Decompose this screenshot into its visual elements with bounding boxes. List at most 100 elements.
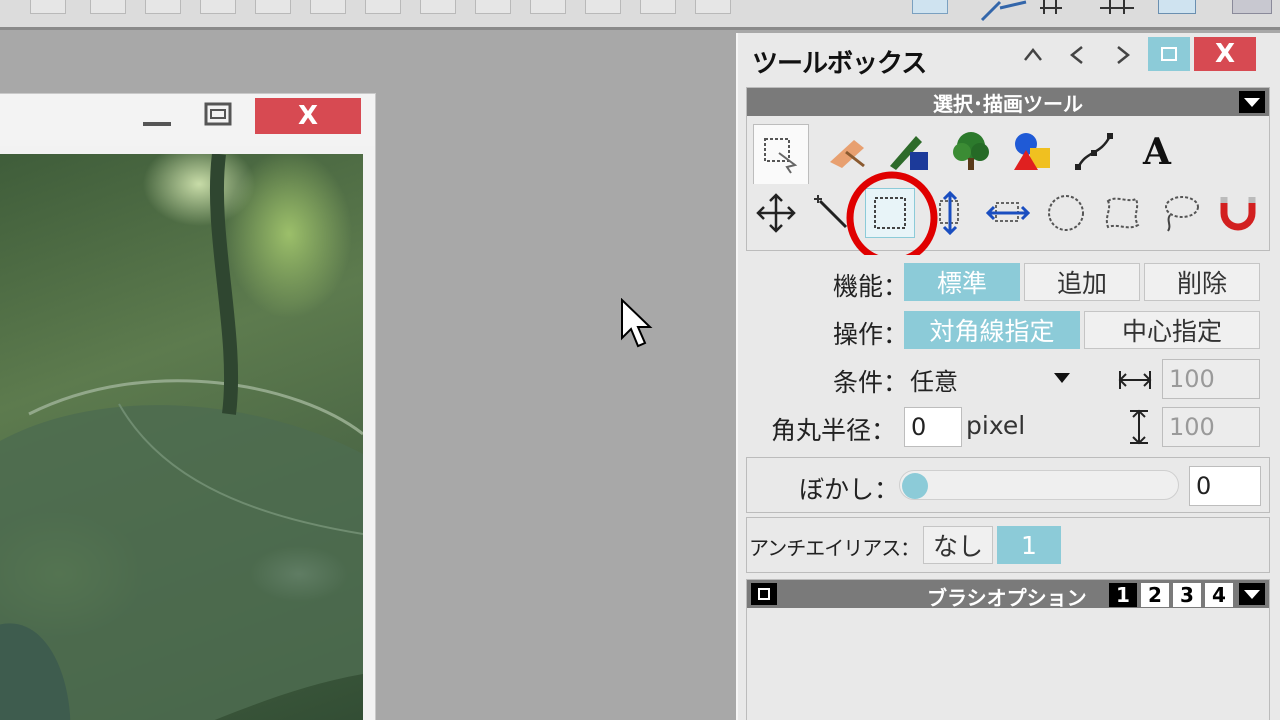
height-arrows-icon (1130, 409, 1148, 445)
collapse-up-button[interactable] (1016, 39, 1050, 71)
blur-label: ぼかし： (798, 475, 899, 504)
bezier-curve-icon (1075, 133, 1113, 170)
function-add-button[interactable]: 追加 (1024, 263, 1140, 301)
close-icon: X (1214, 39, 1236, 69)
function-label: 機能： (832, 272, 908, 301)
brush-menu-button[interactable] (1239, 583, 1265, 605)
brush-tab-1[interactable]: 1 (1109, 583, 1137, 607)
toolbar-button[interactable] (145, 0, 181, 14)
blur-field[interactable]: 0 (1189, 466, 1261, 506)
antialias-none-button[interactable]: なし (923, 526, 993, 564)
toolbar-button[interactable] (310, 0, 346, 14)
brush-tab-4[interactable]: 4 (1205, 583, 1233, 607)
prev-button[interactable] (1060, 39, 1094, 71)
magnet-select-tool[interactable] (1213, 188, 1263, 238)
toolbar-button[interactable] (255, 0, 291, 14)
photo-canvas[interactable] (0, 154, 363, 720)
image-window[interactable]: X (0, 93, 376, 720)
toolbar-button[interactable] (420, 0, 456, 14)
lasso-tool[interactable] (1155, 188, 1205, 238)
ellipse-select-tool[interactable] (1041, 188, 1091, 238)
toolbar-button[interactable] (90, 0, 126, 14)
toolbar-line-icon[interactable] (980, 0, 1030, 22)
antialias-label: アンチエイリアス： (749, 536, 920, 560)
condition-select[interactable]: 任意 (904, 359, 1080, 399)
toolbar-button[interactable] (585, 0, 621, 14)
brush-panel-toggle[interactable] (751, 583, 777, 605)
freeform-select-tool[interactable] (1097, 188, 1147, 238)
section-header: 選択･描画ツール (747, 88, 1269, 116)
highlight-circle (846, 171, 938, 265)
image-window-close-button[interactable]: X (255, 98, 361, 134)
toolbar-button[interactable] (365, 0, 401, 14)
section-title: 選択･描画ツール (933, 91, 1083, 116)
tool-options-section: 機能： 標準 追加 削除 操作： 対角線指定 中心指定 条件： 任意 100 角… (746, 255, 1270, 455)
text-icon: A (1143, 131, 1171, 173)
brush-tab-2[interactable]: 2 (1141, 583, 1169, 607)
height-field[interactable]: 100 (1162, 407, 1260, 447)
top-toolbar (0, 0, 1280, 30)
move-arrows-icon (756, 193, 796, 233)
minimize-icon (143, 122, 171, 126)
chevron-left-icon (1069, 46, 1083, 64)
curve-tool-tab[interactable] (1067, 124, 1123, 180)
width-field[interactable]: 100 (1162, 359, 1260, 399)
radius-unit: pixel (966, 411, 1026, 440)
freeform-select-icon (1105, 197, 1140, 229)
move-tool[interactable] (751, 188, 801, 238)
toolbox-panel: ツールボックス X 選択･描画ツール A 機能： 標準 追加 削除 操作： 対角… (736, 33, 1280, 720)
triangle-down-icon (1244, 97, 1260, 107)
section-menu-button[interactable] (1239, 91, 1265, 113)
toolbar-button[interactable] (200, 0, 236, 14)
brush-options-header: ブラシオプション 1 2 3 4 (747, 580, 1269, 610)
toolbar-button[interactable] (640, 0, 676, 14)
toolbox-maximize-button[interactable] (1148, 37, 1190, 71)
blur-slider-knob[interactable] (902, 473, 928, 499)
blur-slider[interactable] (899, 470, 1179, 500)
lasso-icon (1165, 196, 1199, 232)
blur-section: ぼかし： 0 (746, 457, 1270, 513)
brush-paint-icon (830, 140, 865, 168)
toolbox-title: ツールボックス (752, 49, 927, 79)
next-button[interactable] (1106, 39, 1140, 71)
horizontal-select-tool[interactable] (983, 188, 1033, 238)
brush-options-title: ブラシオプション (927, 586, 1087, 610)
shapes-icon (1014, 133, 1050, 170)
width-arrows-icon (1118, 371, 1152, 389)
toolbar-button[interactable] (475, 0, 511, 14)
horizontal-arrows-icon (986, 202, 1030, 222)
function-standard-button[interactable]: 標準 (904, 263, 1020, 301)
function-delete-button[interactable]: 削除 (1144, 263, 1260, 301)
operation-center-button[interactable]: 中心指定 (1084, 311, 1260, 349)
select-tool-tab[interactable] (753, 124, 809, 184)
toolbar-button[interactable] (530, 0, 566, 14)
brush-options-section: ブラシオプション 1 2 3 4 (746, 579, 1270, 720)
text-tool-tab[interactable]: A (1129, 124, 1185, 180)
toolbar-button[interactable] (30, 0, 66, 14)
toolbar-button[interactable] (695, 0, 731, 14)
toolbar-settings-icon[interactable] (1232, 0, 1272, 14)
maximize-button[interactable] (201, 98, 237, 134)
condition-value: 任意 (910, 367, 958, 396)
radius-label: 角丸半径： (770, 416, 896, 445)
maximize-icon (204, 102, 232, 126)
toolbox-close-button[interactable]: X (1194, 37, 1256, 71)
brush-tab-3[interactable]: 3 (1173, 583, 1201, 607)
magnet-icon (1220, 197, 1256, 231)
radius-field[interactable]: 0 (904, 407, 962, 447)
close-icon: X (297, 101, 319, 131)
operation-diagonal-button[interactable]: 対角線指定 (904, 311, 1080, 349)
minimize-button[interactable] (139, 98, 175, 134)
toolbar-grid2-icon[interactable] (1100, 0, 1140, 14)
antialias-1-button[interactable]: 1 (997, 526, 1061, 564)
triangle-down-icon (1244, 589, 1260, 599)
toolbar-grid-icon[interactable] (1040, 0, 1080, 14)
select-draw-tool-section: 選択･描画ツール A (746, 87, 1270, 251)
toolbar-panel-icon[interactable] (1158, 0, 1196, 14)
shapes-tool-tab[interactable] (1005, 124, 1061, 180)
toolbar-window-icon[interactable] (912, 0, 948, 14)
tree-icon (953, 132, 989, 170)
tree-tool-tab[interactable] (943, 124, 999, 180)
selection-icon (764, 137, 798, 174)
mouse-cursor-icon (621, 298, 653, 348)
